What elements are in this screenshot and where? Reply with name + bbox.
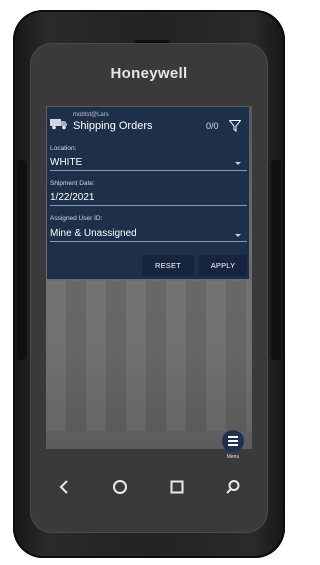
- assigned-user-label: Assigned User ID:: [50, 215, 103, 222]
- location-value[interactable]: WHITE: [50, 157, 82, 168]
- panel-header: mobtst@Lars Shipping Orders 0/0: [47, 107, 249, 139]
- shipment-date-label: Shipment Date:: [50, 180, 95, 187]
- field-underline: [50, 205, 247, 206]
- menu-button[interactable]: [222, 430, 244, 452]
- device-frame: Honeywell mobtst@Lars Shipping Orders 0/…: [13, 10, 285, 558]
- hamburger-icon-bar: [228, 444, 238, 446]
- filter-panel: mobtst@Lars Shipping Orders 0/0 Location…: [47, 107, 249, 279]
- assigned-user-value[interactable]: Mine & Unassigned: [50, 228, 137, 239]
- truck-icon: [50, 119, 67, 130]
- search-icon[interactable]: [224, 478, 242, 496]
- brand-logo: Honeywell: [110, 65, 188, 82]
- field-underline: [50, 241, 247, 242]
- apply-button[interactable]: APPLY: [199, 255, 247, 276]
- shipment-date-value[interactable]: 1/22/2021: [50, 192, 95, 203]
- recents-icon[interactable]: [168, 478, 186, 496]
- home-icon[interactable]: [111, 478, 129, 496]
- reset-button[interactable]: RESET: [142, 255, 194, 276]
- chevron-down-icon[interactable]: [235, 162, 241, 165]
- funnel-icon[interactable]: [229, 120, 241, 132]
- location-label: Location:: [50, 145, 77, 152]
- record-count: 0/0: [206, 121, 219, 131]
- page-title: Shipping Orders: [73, 120, 153, 132]
- user-subtitle: mobtst@Lars: [73, 112, 109, 118]
- hamburger-icon-bar: [228, 440, 238, 442]
- chevron-down-icon[interactable]: [235, 234, 241, 237]
- background-image: [46, 281, 252, 431]
- field-underline: [50, 170, 247, 171]
- side-bumper-left: [17, 160, 27, 360]
- system-nav-bar: [48, 473, 253, 499]
- screen: mobtst@Lars Shipping Orders 0/0 Location…: [46, 106, 252, 449]
- back-icon[interactable]: [56, 478, 74, 496]
- menu-label: Menu: [226, 454, 240, 460]
- side-bumper-right: [271, 160, 281, 360]
- hamburger-icon: [228, 436, 238, 438]
